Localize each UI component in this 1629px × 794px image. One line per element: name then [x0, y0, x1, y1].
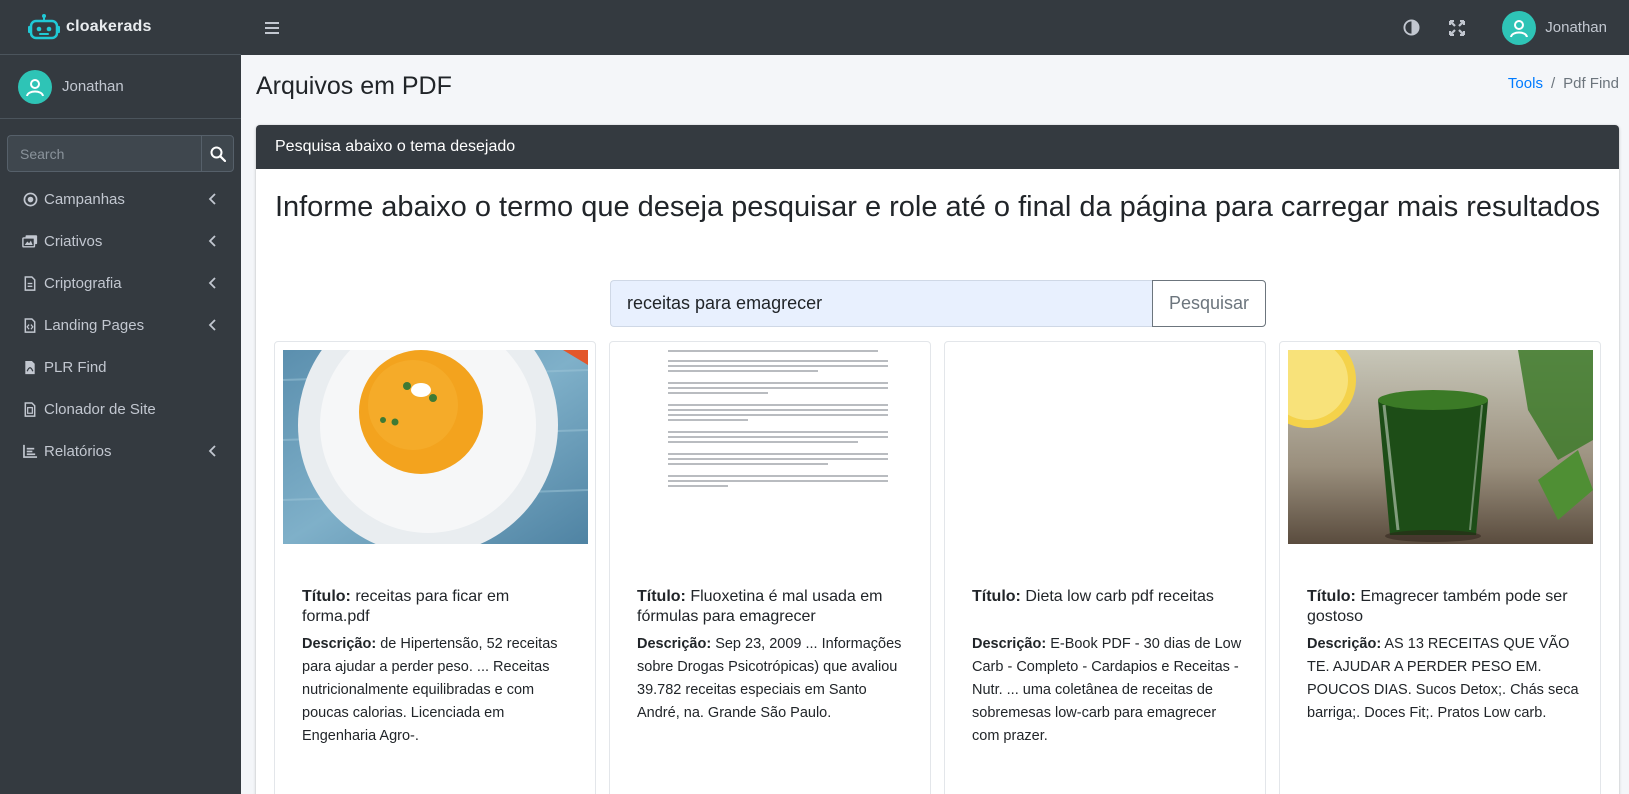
- sidebar-item-label: Criptografia: [44, 274, 122, 292]
- sidebar-item-label: Criativos: [44, 232, 103, 250]
- blank-image: [953, 350, 1258, 544]
- search-card: Pesquisa abaixo o tema desejado Informe …: [256, 125, 1619, 794]
- chart-icon: [22, 443, 38, 459]
- sidebar-item-criptografia[interactable]: Criptografia: [0, 262, 241, 304]
- result-description: Descrição: AS 13 RECEITAS QUE VÃO TE. AJ…: [1307, 636, 1579, 721]
- sidebar-item-label: Clonador de Site: [44, 400, 156, 418]
- result-title: Título: Fluoxetina é mal usada em fórmul…: [637, 588, 883, 625]
- brand-link[interactable]: cloakerads: [0, 0, 241, 55]
- images-icon: [22, 233, 38, 249]
- file-code-icon: [22, 317, 38, 333]
- sidebar-item-label: Landing Pages: [44, 316, 145, 334]
- user-avatar-icon: [1510, 19, 1529, 37]
- breadcrumb-current: Pdf Find: [1563, 75, 1619, 92]
- navbar-avatar[interactable]: [1502, 10, 1537, 45]
- pdf-search-bar: Pesquisar: [610, 280, 1266, 327]
- content-header: Arquivos em PDF Tools / Pdf Find: [256, 68, 1619, 104]
- sidebar-item-landing-pages[interactable]: Landing Pages: [0, 304, 241, 346]
- robot-logo-icon: [28, 14, 60, 40]
- navbar-right: Jonathan: [1402, 0, 1629, 55]
- sidebar: cloakerads Jonathan Campanhas: [0, 0, 241, 794]
- search-instructions: Informe abaixo o termo que deseja pesqui…: [274, 191, 1601, 223]
- breadcrumb-separator: /: [1550, 75, 1556, 92]
- search-button[interactable]: Pesquisar: [1152, 280, 1266, 327]
- result-description: Descrição: E-Book PDF - 30 dias de Low C…: [972, 636, 1242, 744]
- sidebar-user-name: Jonathan: [62, 78, 124, 95]
- fullscreen-icon[interactable]: [1448, 19, 1466, 37]
- theme-toggle-icon[interactable]: [1402, 19, 1420, 37]
- chevron-left-icon: [208, 193, 216, 205]
- brand-name: cloakerads: [66, 18, 152, 35]
- result-card[interactable]: Título: receitas para ficar em forma.pdf…: [274, 341, 596, 794]
- sidebar-item-clonador-de-site[interactable]: Clonador de Site: [0, 388, 241, 430]
- file-pdf-icon: [22, 359, 38, 375]
- navbar-user-name[interactable]: Jonathan: [1545, 19, 1607, 36]
- breadcrumb-link-tools[interactable]: Tools: [1508, 75, 1543, 92]
- pdf-search-input[interactable]: [610, 280, 1152, 327]
- user-panel[interactable]: Jonathan: [0, 55, 241, 119]
- chevron-left-icon: [208, 445, 216, 457]
- sidebar-item-campanhas[interactable]: Campanhas: [0, 178, 241, 220]
- circle-dot-icon: [22, 191, 38, 207]
- result-card[interactable]: Título: Fluoxetina é mal usada em fórmul…: [609, 341, 931, 794]
- soup-image: [283, 350, 588, 544]
- sidebar-item-relatorios[interactable]: Relatórios: [0, 430, 241, 472]
- results-grid: Título: receitas para ficar em forma.pdf…: [274, 341, 1601, 794]
- chevron-left-icon: [208, 319, 216, 331]
- sidebar-nav: Campanhas Criativos Criptografia Landing…: [0, 178, 241, 472]
- page-title: Arquivos em PDF: [256, 72, 452, 100]
- sidebar-item-label: Relatórios: [44, 442, 112, 460]
- top-navbar: Jonathan: [241, 0, 1629, 55]
- result-title: Título: receitas para ficar em forma.pdf: [302, 588, 510, 625]
- result-card[interactable]: Título: Emagrecer também pode ser gostos…: [1279, 341, 1601, 794]
- user-avatar-icon: [26, 78, 44, 96]
- result-description: Descrição: Sep 23, 2009 ... Informações …: [637, 636, 902, 721]
- chevron-left-icon: [208, 235, 216, 247]
- sidebar-item-label: Campanhas: [44, 190, 125, 208]
- sidebar-item-plr-find[interactable]: PLR Find: [0, 346, 241, 388]
- result-title: Título: Dieta low carb pdf receitas: [972, 588, 1214, 605]
- file-copy-icon: [22, 401, 38, 417]
- chevron-left-icon: [208, 277, 216, 289]
- sidebar-search-button[interactable]: [201, 135, 234, 172]
- avatar: [18, 69, 52, 104]
- sidebar-search: [7, 135, 234, 172]
- breadcrumb: Tools / Pdf Find: [1508, 75, 1619, 92]
- result-title: Título: Emagrecer também pode ser gostos…: [1307, 588, 1568, 625]
- sidebar-search-input[interactable]: [7, 135, 201, 172]
- document-image: [618, 350, 923, 544]
- search-icon: [210, 146, 226, 162]
- card-header: Pesquisa abaixo o tema desejado: [256, 125, 1619, 169]
- sidebar-item-label: PLR Find: [44, 358, 107, 376]
- result-card[interactable]: Título: Dieta low carb pdf receitas Desc…: [944, 341, 1266, 794]
- sidebar-item-criativos[interactable]: Criativos: [0, 220, 241, 262]
- file-icon: [22, 275, 38, 291]
- hamburger-menu-icon[interactable]: [263, 20, 283, 36]
- green-juice-image: [1288, 350, 1593, 544]
- result-description: Descrição: de Hipertensão, 52 receitas p…: [302, 636, 558, 744]
